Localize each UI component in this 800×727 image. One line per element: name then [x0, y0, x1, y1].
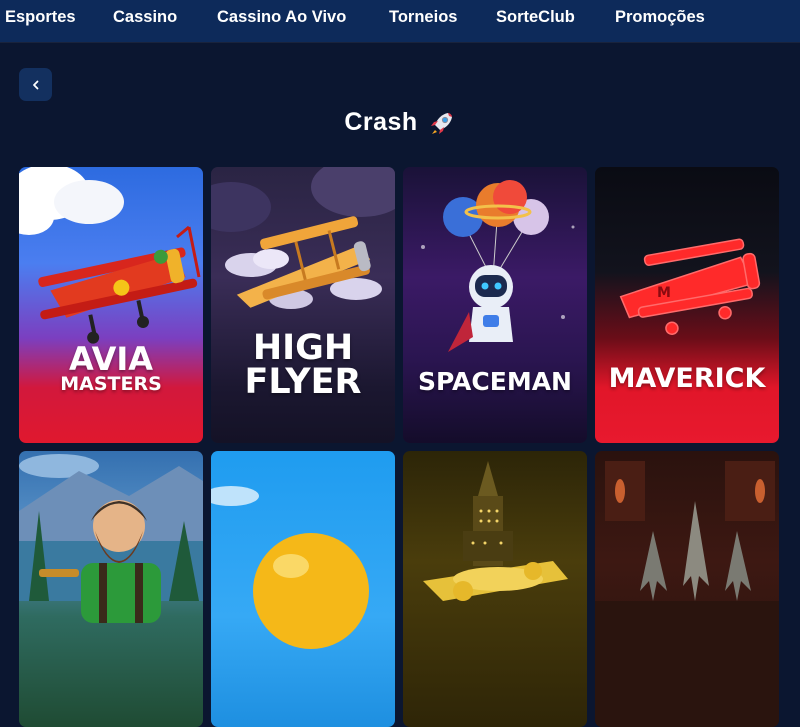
balloon-art — [211, 486, 369, 649]
game-card-avia-masters[interactable]: AVIA MASTERS — [19, 167, 203, 443]
game-title: SPACEMAN — [418, 367, 572, 396]
game-card-spaceman[interactable]: SPACEMAN — [403, 167, 587, 443]
page-header: Crash — [0, 108, 800, 137]
nav-item-sorteclub[interactable]: SorteClub — [496, 8, 575, 27]
svg-text:M: M — [657, 285, 671, 301]
neon-biplane-art: M — [619, 238, 761, 335]
back-button[interactable] — [19, 68, 52, 101]
game-card-high-flyer[interactable]: HIGH FLYER — [211, 167, 395, 443]
dark-jets-art — [595, 461, 779, 727]
game-card-maverick[interactable]: M MAVERICK — [595, 167, 779, 443]
red-biplane-art — [19, 167, 201, 344]
game-title-line2: FLYER — [244, 362, 362, 402]
rocket-icon — [430, 112, 452, 134]
gold-plane-art — [423, 461, 568, 601]
nav-item-promocoes[interactable]: Promoções — [615, 8, 705, 27]
game-title-line1: AVIA — [68, 340, 154, 378]
game-card-balloon[interactable] — [211, 451, 395, 727]
chevron-left-icon — [32, 80, 38, 89]
page-title-wrap: Crash — [344, 108, 455, 137]
game-title-line2: MASTERS — [60, 373, 162, 395]
nav-item-torneios[interactable]: Torneios — [389, 8, 457, 27]
top-navigation: Esportes Cassino Cassino Ao Vivo Torneio… — [0, 0, 800, 42]
game-card-lumberjack[interactable] — [19, 451, 203, 727]
game-card-dark-jets[interactable] — [595, 451, 779, 727]
nav-item-esportes[interactable]: Esportes — [5, 8, 76, 27]
nav-item-cassino[interactable]: Cassino — [113, 8, 177, 27]
game-title-line1: HIGH — [252, 328, 354, 368]
game-title: MAVERICK — [608, 363, 766, 394]
astronaut-art — [421, 180, 575, 352]
page-title: Crash — [344, 108, 418, 136]
game-card-gold-plane[interactable] — [403, 451, 587, 727]
lumberjack-art — [19, 454, 203, 623]
nav-item-cassino-ao-vivo[interactable]: Cassino Ao Vivo — [217, 8, 346, 27]
